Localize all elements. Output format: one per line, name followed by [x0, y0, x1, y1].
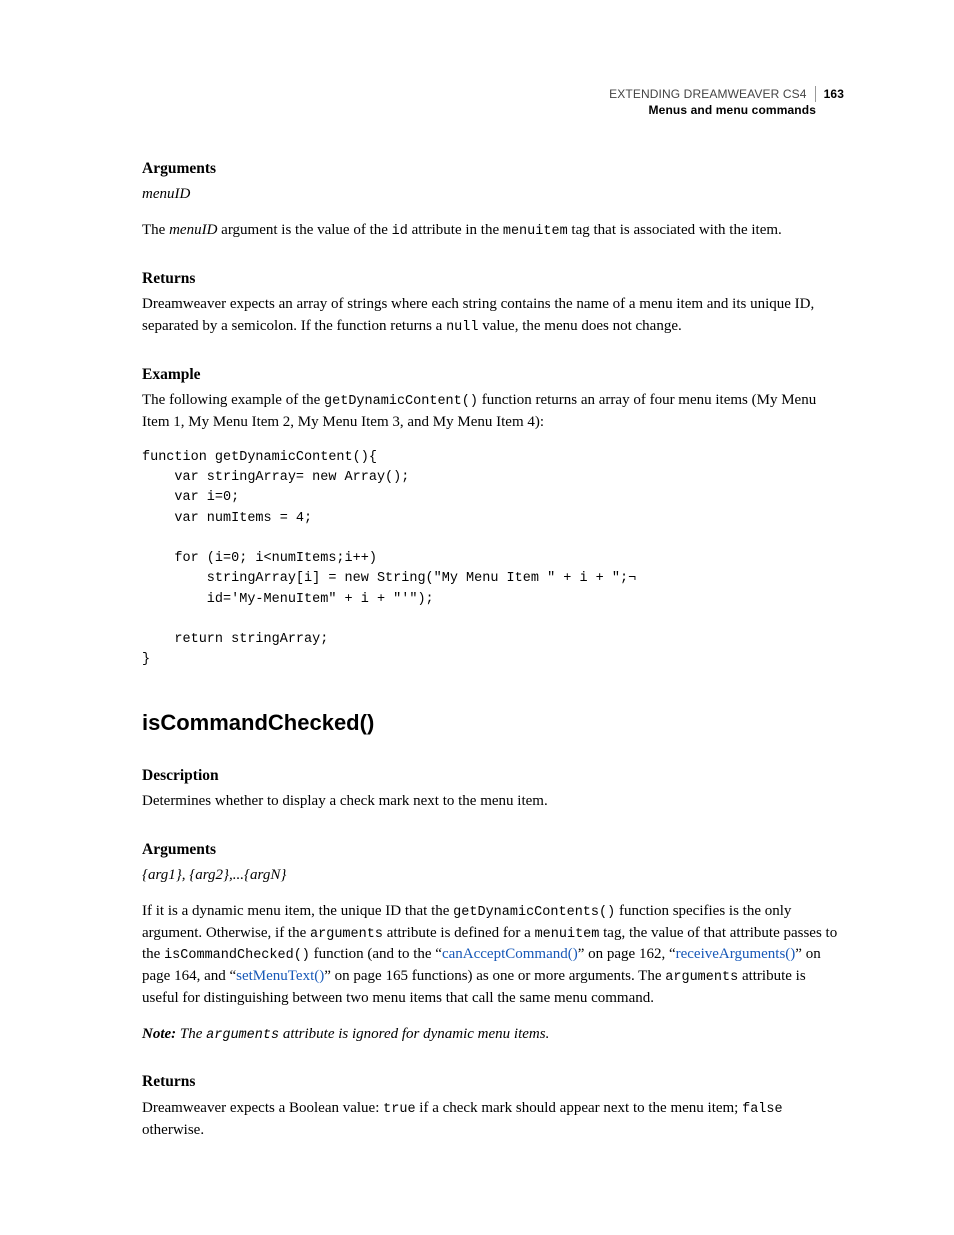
description-paragraph: Determines whether to display a check ma… [142, 791, 844, 813]
heading-example: Example [142, 364, 844, 386]
text-span: attribute is defined for a [383, 925, 535, 941]
text-span: The following example of the [142, 392, 324, 408]
page-number: 163 [815, 86, 844, 102]
arguments-detail: If it is a dynamic menu item, the unique… [142, 901, 844, 1010]
text-span: tag that is associated with the item. [568, 222, 782, 238]
example-intro: The following example of the getDynamicC… [142, 390, 844, 434]
text-span: if a check mark should appear next to th… [416, 1100, 743, 1116]
doc-title: EXTENDING DREAMWEAVER CS4 [609, 86, 814, 102]
code-inline: arguments [665, 970, 738, 985]
heading-arguments-2: Arguments [142, 839, 844, 861]
header-section: Menus and menu commands [609, 102, 844, 118]
text-span: ” on page 165 functions) as one or more … [324, 968, 665, 984]
text-span: If it is a dynamic menu item, the unique… [142, 903, 453, 919]
note-label: Note: [142, 1026, 176, 1042]
heading-returns-2: Returns [142, 1071, 844, 1093]
returns-paragraph-2: Dreamweaver expects a Boolean value: tru… [142, 1098, 844, 1142]
xref-canacceptcommand[interactable]: canAcceptCommand() [442, 946, 578, 962]
arguments-paragraph: The menuID argument is the value of the … [142, 220, 844, 242]
header-top-row: EXTENDING DREAMWEAVER CS4 163 [609, 86, 844, 102]
text-span: argument is the value of the [217, 222, 391, 238]
heading-arguments: Arguments [142, 158, 844, 180]
page-content: Arguments menuID The menuID argument is … [142, 158, 844, 1141]
code-inline: isCommandChecked() [164, 948, 310, 963]
code-inline: menuitem [503, 224, 568, 239]
code-inline: arguments [206, 1028, 279, 1043]
xref-setmenutext[interactable]: setMenuText() [236, 968, 324, 984]
code-block: function getDynamicContent(){ var string… [142, 448, 844, 671]
text-span: otherwise. [142, 1122, 204, 1138]
arguments-signature: {arg1}, {arg2},...{argN} [142, 865, 844, 887]
heading-description: Description [142, 765, 844, 787]
code-inline: menuitem [535, 927, 600, 942]
function-heading: isCommandChecked() [142, 707, 844, 739]
text-span: value, the menu does not change. [478, 318, 681, 334]
document-page: EXTENDING DREAMWEAVER CS4 163 Menus and … [0, 0, 954, 1235]
text-span: The [176, 1026, 206, 1042]
xref-receivearguments[interactable]: receiveArguments() [676, 946, 796, 962]
text-span: Dreamweaver expects a Boolean value: [142, 1100, 383, 1116]
code-inline: false [742, 1102, 783, 1117]
code-inline: arguments [310, 927, 383, 942]
code-inline: getDynamicContents() [453, 905, 615, 920]
code-inline: getDynamicContent() [324, 394, 478, 409]
text-span: attribute in the [408, 222, 503, 238]
argument-ref: menuID [169, 222, 217, 238]
returns-paragraph: Dreamweaver expects an array of strings … [142, 294, 844, 338]
text-span: function (and to the “ [310, 946, 442, 962]
text-span: The [142, 222, 169, 238]
text-span: ” on page 162, “ [578, 946, 676, 962]
code-inline: null [446, 320, 478, 335]
argument-name: menuID [142, 184, 844, 206]
heading-returns: Returns [142, 268, 844, 290]
text-span: attribute is ignored for dynamic menu it… [279, 1026, 549, 1042]
code-inline: true [383, 1102, 415, 1117]
running-header: EXTENDING DREAMWEAVER CS4 163 Menus and … [609, 86, 844, 118]
note-paragraph: Note: The arguments attribute is ignored… [142, 1024, 844, 1046]
code-inline: id [392, 224, 408, 239]
